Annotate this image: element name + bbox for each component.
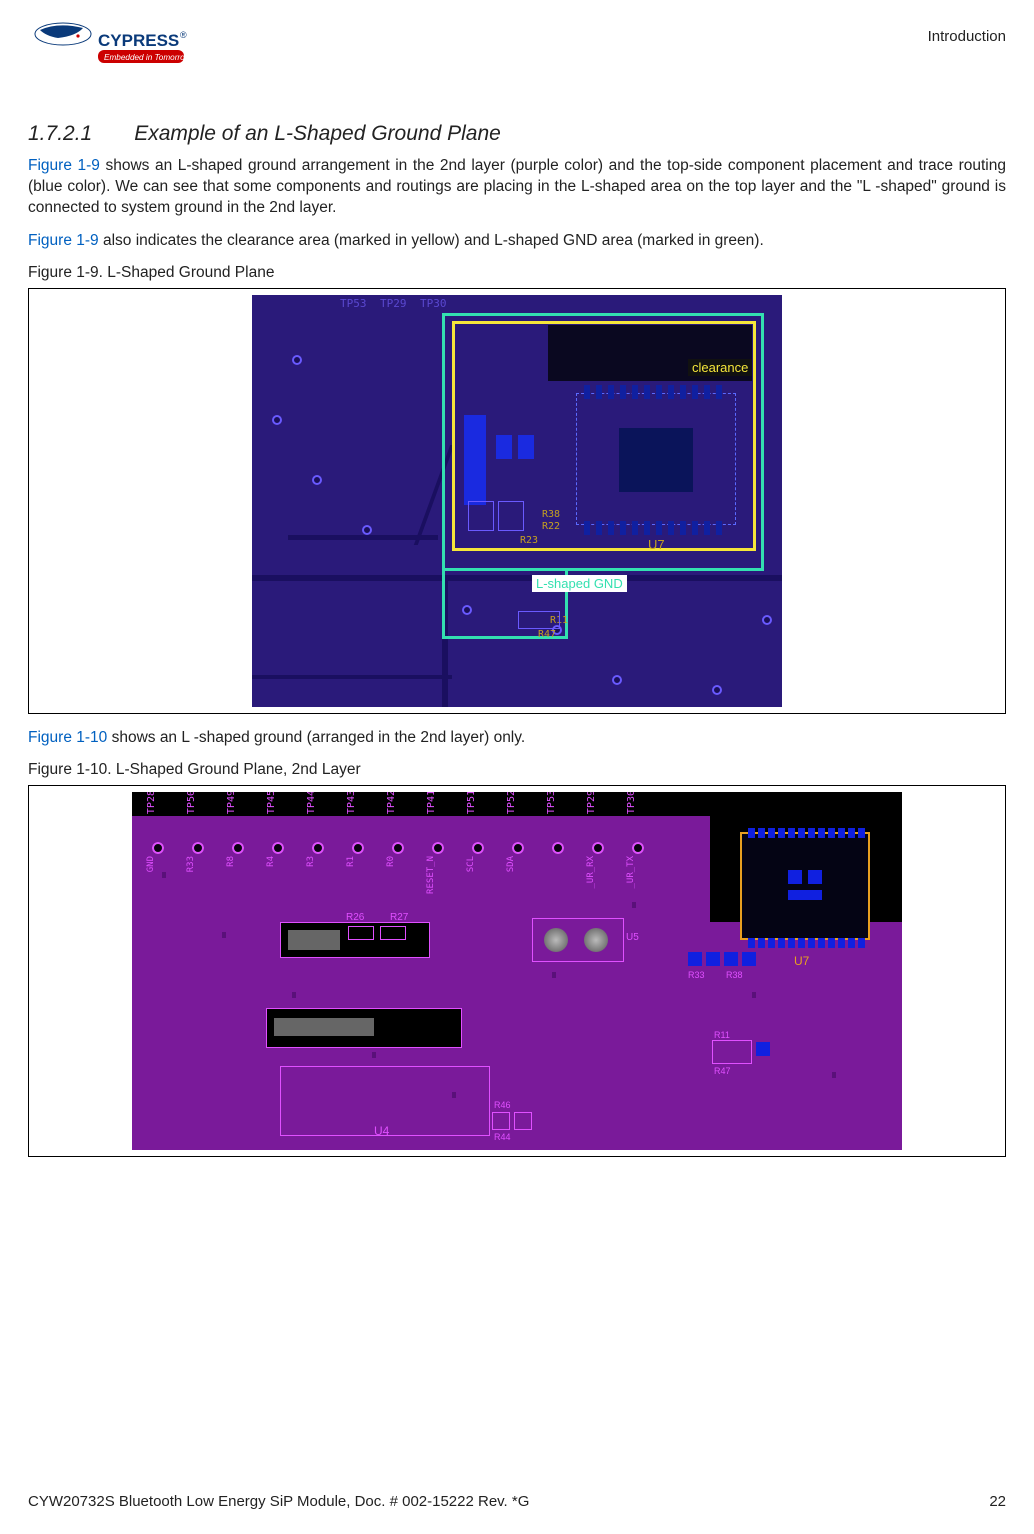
pin-gnd: GND: [146, 856, 156, 872]
svg-text:CYPRESS: CYPRESS: [98, 31, 179, 50]
section-heading-row: 1.7.2.1 Example of an L-Shaped Ground Pl…: [28, 122, 1006, 146]
r22-label: R22: [542, 521, 560, 532]
paragraph-3: Figure 1-10 shows an L -shaped ground (a…: [28, 728, 1006, 749]
u7-label: U7: [648, 537, 665, 552]
paragraph-1-text: shows an L-shaped ground arrangement in …: [28, 157, 1006, 216]
r46-label: R46: [494, 1100, 511, 1110]
cypress-logo: CYPRESS ® Embedded in Tomorrow™: [28, 20, 188, 74]
pin-r3: R3: [306, 856, 316, 867]
footer-page-number: 22: [989, 1493, 1006, 1510]
u7-label-2: U7: [794, 954, 809, 968]
pin-urtx: _UR_TX: [626, 856, 636, 889]
pin-r0: R0: [386, 856, 396, 867]
clearance-label: clearance: [688, 359, 752, 376]
tp44-label: TP44: [306, 792, 317, 814]
figure-1-9-link-2[interactable]: Figure 1-9: [28, 232, 99, 249]
tp53-label-2: TP53: [546, 792, 557, 814]
tp49-label: TP49: [226, 792, 237, 814]
r26-label: R26: [346, 912, 364, 923]
l-shaped-gnd-label: L-shaped GND: [532, 575, 627, 592]
section-title: Example of an L-Shaped Ground Plane: [134, 122, 501, 146]
r38-label-2: R38: [726, 970, 743, 980]
r47-label: R47: [538, 629, 556, 640]
tp42-label: TP42: [386, 792, 397, 814]
pin-r1: R1: [346, 856, 356, 867]
svg-text:®: ®: [180, 30, 187, 40]
figure-1-10-frame: TP28 TP50 TP49 TP45 TP44 TP43 TP42 TP41 …: [28, 785, 1006, 1157]
tp41-label: TP41: [426, 792, 437, 814]
r11-label-2: R11: [714, 1030, 730, 1040]
tp30-label: TP30: [420, 297, 447, 310]
u5-label: U5: [626, 932, 639, 943]
pin-r4: R4: [266, 856, 276, 867]
section-number: 1.7.2.1: [28, 122, 92, 146]
tp30-label-2: TP30: [626, 792, 637, 814]
tp52-label: TP52: [506, 792, 517, 814]
figure-1-9-image: TP29 TP30 TP53 clearance L-shaped GND: [252, 295, 782, 707]
tp43-label: TP43: [346, 792, 357, 814]
paragraph-2-text: also indicates the clearance area (marke…: [99, 232, 764, 249]
r44-label: R44: [494, 1132, 511, 1142]
tp29-label-2: TP29: [586, 792, 597, 814]
r27-label: R27: [390, 912, 408, 923]
figure-1-10-image: TP28 TP50 TP49 TP45 TP44 TP43 TP42 TP41 …: [132, 792, 902, 1150]
tp28-label: TP28: [146, 792, 157, 814]
pin-scl: SCL: [466, 856, 476, 872]
tp51-label: TP51: [466, 792, 477, 814]
pin-sda: SDA: [506, 856, 516, 872]
u4-label: U4: [374, 1124, 389, 1138]
figure-1-9-link[interactable]: Figure 1-9: [28, 157, 100, 174]
tp50-label: TP50: [186, 792, 197, 814]
tp53-label: TP53: [340, 297, 367, 310]
figure-1-10-caption: Figure 1-10. L-Shaped Ground Plane, 2nd …: [28, 761, 1006, 779]
r33-label: R33: [688, 970, 705, 980]
section-header: Introduction: [928, 28, 1006, 45]
pin-r33: R33: [186, 856, 196, 872]
tp45-label: TP45: [266, 792, 277, 814]
paragraph-2: Figure 1-9 also indicates the clearance …: [28, 231, 1006, 252]
header-row: CYPRESS ® Embedded in Tomorrow™ Introduc…: [28, 20, 1006, 74]
paragraph-3-text: shows an L -shaped ground (arranged in t…: [107, 729, 525, 746]
r23-label: R23: [520, 535, 538, 546]
figure-1-9-caption: Figure 1-9. L-Shaped Ground Plane: [28, 264, 1006, 282]
pin-urrx: _UR_RX: [586, 856, 596, 889]
figure-1-9-frame: TP29 TP30 TP53 clearance L-shaped GND: [28, 288, 1006, 714]
paragraph-1: Figure 1-9 shows an L-shaped ground arra…: [28, 156, 1006, 219]
r47-label-2: R47: [714, 1066, 731, 1076]
page: CYPRESS ® Embedded in Tomorrow™ Introduc…: [0, 0, 1034, 1534]
tp29-label: TP29: [380, 297, 407, 310]
figure-1-10-link[interactable]: Figure 1-10: [28, 729, 107, 746]
pin-reset: RESET_N: [426, 856, 436, 894]
pin-r8: R8: [226, 856, 236, 867]
footer: CYW20732S Bluetooth Low Energy SiP Modul…: [28, 1493, 1006, 1510]
r38-label: R38: [542, 509, 560, 520]
svg-text:Embedded in Tomorrow™: Embedded in Tomorrow™: [104, 53, 188, 62]
footer-doc-id: CYW20732S Bluetooth Low Energy SiP Modul…: [28, 1493, 529, 1510]
